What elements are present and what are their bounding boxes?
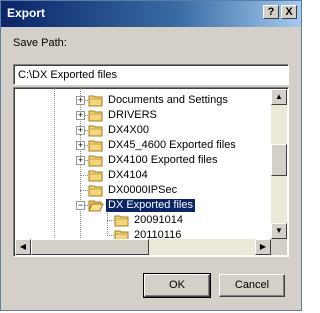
save-path-label: Save Path:	[13, 37, 67, 49]
save-path-input[interactable]	[13, 64, 289, 85]
tree-node-label[interactable]: 20091014	[132, 214, 185, 227]
folder-icon	[88, 124, 104, 140]
horizontal-scrollbar[interactable]: ◀ ▶	[15, 239, 271, 255]
horizontal-scroll-thumb[interactable]	[31, 239, 149, 255]
vertical-scrollbar[interactable]: ▲ ▼	[271, 89, 287, 239]
tree-node-label[interactable]: DRIVERS	[106, 109, 159, 122]
folder-icon	[88, 109, 104, 125]
folder-icon	[88, 139, 104, 155]
ok-button[interactable]: OK	[143, 273, 211, 298]
collapse-icon[interactable]: −	[76, 201, 85, 210]
folder-tree[interactable]: + Documents and Settings + DRIVERS + DX4X00 + D…	[13, 87, 289, 257]
tree-node-label[interactable]: DX4104	[106, 169, 150, 182]
tree-line	[107, 235, 114, 236]
tree-node-label[interactable]: DX Exported files	[105, 198, 196, 213]
scrollbar-corner	[271, 239, 287, 255]
expand-icon[interactable]: +	[76, 96, 85, 105]
vertical-scroll-thumb[interactable]	[271, 144, 287, 176]
help-button[interactable]: ?	[263, 5, 279, 19]
scroll-up-arrow-icon[interactable]: ▲	[271, 89, 287, 105]
scroll-right-arrow-icon[interactable]: ▶	[255, 239, 271, 255]
folder-icon	[88, 169, 104, 185]
tree-node-label[interactable]: Documents and Settings	[106, 94, 230, 107]
close-button[interactable]: X	[281, 5, 297, 19]
tree-line	[80, 190, 88, 191]
folder-icon	[88, 184, 104, 200]
tree-node-label[interactable]: DX4100 Exported files	[106, 154, 219, 167]
scroll-left-arrow-icon[interactable]: ◀	[15, 239, 31, 255]
scroll-down-arrow-icon[interactable]: ▼	[271, 223, 287, 239]
cancel-button[interactable]: Cancel	[219, 274, 285, 297]
tree-line	[80, 175, 88, 176]
tree-node-label[interactable]: DX4X00	[106, 124, 151, 137]
tree-line	[107, 220, 114, 221]
expand-icon[interactable]: +	[76, 126, 85, 135]
title-bar[interactable]: Export ? X	[1, 1, 301, 27]
expand-icon[interactable]: +	[76, 111, 85, 120]
dialog-title: Export	[7, 6, 46, 20]
tree-node-label[interactable]: DX45_4600 Exported files	[106, 139, 238, 152]
tree-line	[107, 208, 108, 236]
folder-icon	[114, 214, 130, 230]
tree-node-label[interactable]: DX0000IPSec	[106, 184, 179, 197]
open-folder-icon	[88, 199, 104, 215]
folder-icon	[88, 94, 104, 110]
expand-icon[interactable]: +	[76, 156, 85, 165]
expand-icon[interactable]: +	[76, 141, 85, 150]
tree-line	[54, 88, 55, 238]
export-dialog: Export ? X Save Path: + Documents and Set…	[0, 0, 302, 311]
folder-icon	[88, 154, 104, 170]
